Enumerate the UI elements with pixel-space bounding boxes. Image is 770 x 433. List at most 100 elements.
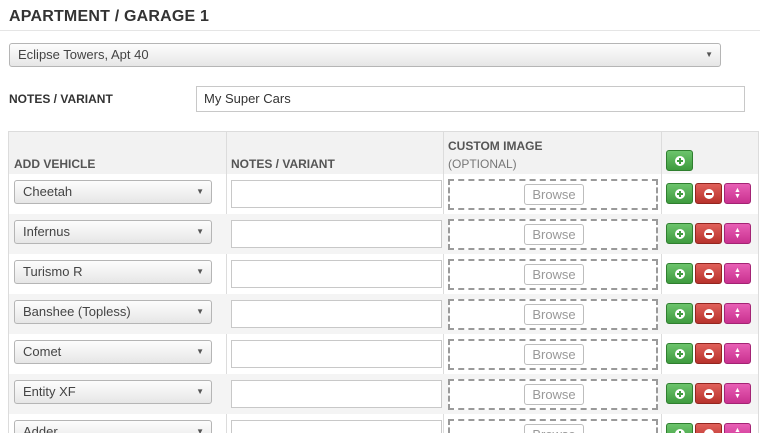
add-row-button[interactable] [666, 223, 693, 244]
move-row-button[interactable]: ▲▼ [724, 383, 751, 404]
minus-circle-icon [703, 428, 714, 433]
caret-down-icon: ▼ [196, 387, 204, 396]
vehicle-select-value: Entity XF [23, 384, 76, 399]
remove-row-button[interactable] [695, 303, 722, 324]
table-row: Banshee (Topless) ▼ Browse ▲ ▼ [9, 294, 758, 334]
vehicle-notes-input[interactable] [231, 220, 442, 248]
vehicle-select-value: Infernus [23, 224, 70, 239]
plus-circle-icon [674, 268, 685, 279]
table-header [9, 132, 758, 174]
up-down-arrows-icon: ▲▼ [734, 306, 741, 320]
vehicle-notes-input[interactable] [231, 180, 442, 208]
remove-row-button[interactable] [695, 183, 722, 204]
minus-circle-icon [703, 388, 714, 399]
remove-row-button[interactable] [695, 223, 722, 244]
table-row: Cheetah ▼ Browse ▲ ▼ [9, 174, 758, 214]
remove-row-button[interactable] [695, 263, 722, 284]
remove-row-button[interactable] [695, 383, 722, 404]
table-row: Adder ▼ Browse ▲▼ [9, 414, 758, 433]
up-down-arrows-icon: ▲▼ [734, 186, 741, 200]
browse-button[interactable]: Browse [524, 384, 584, 405]
header-add-vehicle: ADD VEHICLE [14, 157, 96, 171]
plus-circle-icon [674, 155, 685, 166]
caret-down-icon: ▼ [196, 227, 204, 236]
header-custom-image: CUSTOM IMAGE [448, 139, 543, 153]
vehicle-notes-input[interactable] [231, 380, 442, 408]
vehicle-select[interactable]: Cheetah ▼ [14, 180, 212, 204]
add-row-button[interactable] [666, 303, 693, 324]
up-down-arrows-icon: ▲▼ [734, 426, 741, 433]
plus-circle-icon [674, 308, 685, 319]
up-down-arrows-icon: ▲▼ [734, 386, 741, 400]
vehicle-select[interactable]: Comet ▼ [14, 340, 212, 364]
custom-image-dropzone[interactable]: Browse [448, 179, 658, 210]
vehicle-select-value: Comet [23, 344, 62, 359]
vehicle-table: ADD VEHICLE NOTES / VARIANT CUSTOM IMAGE… [8, 131, 759, 433]
browse-button[interactable]: Browse [524, 424, 584, 433]
plus-circle-icon [674, 428, 685, 433]
move-row-button[interactable]: ▲▼ [724, 223, 751, 244]
caret-down-icon: ▼ [196, 307, 204, 316]
vehicle-select[interactable]: Banshee (Topless) ▼ [14, 300, 212, 324]
add-row-button[interactable] [666, 343, 693, 364]
custom-image-dropzone[interactable]: Browse [448, 259, 658, 290]
remove-row-button[interactable] [695, 343, 722, 364]
move-row-button[interactable]: ▲▼ [724, 343, 751, 364]
minus-circle-icon [703, 268, 714, 279]
header-custom-image-optional: (OPTIONAL) [448, 157, 517, 171]
vehicle-select[interactable]: Turismo R ▼ [14, 260, 212, 284]
browse-button[interactable]: Browse [524, 344, 584, 365]
minus-circle-icon [703, 188, 714, 199]
header-notes: NOTES / VARIANT [231, 157, 335, 171]
move-row-button[interactable]: ▲▼ [724, 183, 751, 204]
notes-input[interactable]: My Super Cars [196, 86, 745, 112]
add-row-button[interactable] [666, 383, 693, 404]
table-row: Infernus ▼ Browse ▲ ▼ [9, 214, 758, 254]
custom-image-dropzone[interactable]: Browse [448, 299, 658, 330]
plus-circle-icon [674, 388, 685, 399]
caret-down-icon: ▼ [196, 187, 204, 196]
move-row-button[interactable]: ▲▼ [724, 423, 751, 433]
notes-input-value: My Super Cars [204, 91, 291, 106]
vehicle-select[interactable]: Adder ▼ [14, 420, 212, 433]
up-down-arrows-icon: ▲▼ [734, 226, 741, 240]
vehicle-notes-input[interactable] [231, 300, 442, 328]
title-divider [0, 30, 760, 31]
custom-image-dropzone[interactable]: Browse [448, 379, 658, 410]
custom-image-dropzone[interactable]: Browse [448, 219, 658, 250]
vehicle-notes-input[interactable] [231, 420, 442, 433]
vehicle-select-value: Adder [23, 424, 58, 433]
remove-row-button[interactable] [695, 423, 722, 433]
vehicle-select-value: Banshee (Topless) [23, 304, 131, 319]
plus-circle-icon [674, 188, 685, 199]
vehicle-select[interactable]: Infernus ▼ [14, 220, 212, 244]
custom-image-dropzone[interactable]: Browse [448, 339, 658, 370]
vehicle-notes-input[interactable] [231, 340, 442, 368]
add-row-button[interactable] [666, 263, 693, 284]
table-row: Entity XF ▼ Browse ▲ ▼ [9, 374, 758, 414]
caret-down-icon: ▼ [705, 50, 713, 59]
add-row-button[interactable] [666, 150, 693, 171]
browse-button[interactable]: Browse [524, 224, 584, 245]
vehicle-select[interactable]: Entity XF ▼ [14, 380, 212, 404]
up-down-arrows-icon: ▲▼ [734, 346, 741, 360]
location-select[interactable]: Eclipse Towers, Apt 40 ▼ [9, 43, 721, 67]
move-row-button[interactable]: ▲▼ [724, 303, 751, 324]
move-row-button[interactable]: ▲▼ [724, 263, 751, 284]
browse-button[interactable]: Browse [524, 184, 584, 205]
up-down-arrows-icon: ▲▼ [734, 266, 741, 280]
table-row: Turismo R ▼ Browse ▲ ▼ [9, 254, 758, 294]
minus-circle-icon [703, 348, 714, 359]
browse-button[interactable]: Browse [524, 264, 584, 285]
notes-label: NOTES / VARIANT [9, 92, 113, 106]
custom-image-dropzone[interactable]: Browse [448, 419, 658, 433]
vehicle-notes-input[interactable] [231, 260, 442, 288]
add-row-button[interactable] [666, 423, 693, 433]
minus-circle-icon [703, 228, 714, 239]
table-row: Comet ▼ Browse ▲ ▼ [9, 334, 758, 374]
vehicle-select-value: Cheetah [23, 184, 73, 199]
add-row-button[interactable] [666, 183, 693, 204]
browse-button[interactable]: Browse [524, 304, 584, 325]
minus-circle-icon [703, 308, 714, 319]
page-title: APARTMENT / GARAGE 1 [9, 8, 210, 25]
